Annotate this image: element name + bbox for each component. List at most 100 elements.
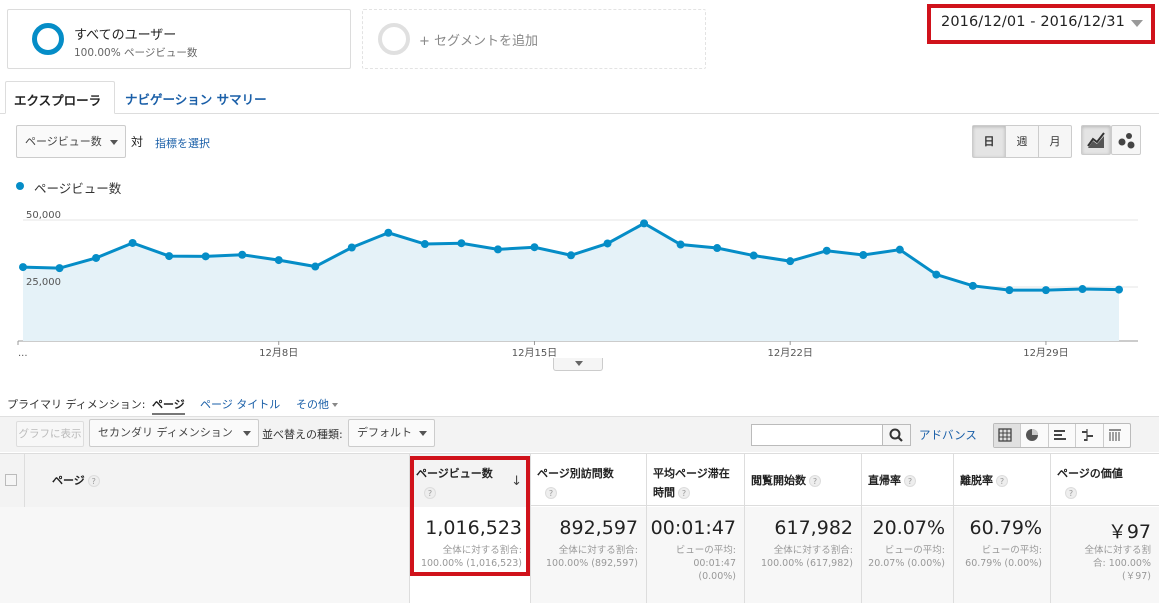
x-tick-label: 12月22日 bbox=[767, 347, 812, 359]
header-avg-time[interactable]: 平均ページ滞在時間? bbox=[646, 454, 744, 507]
granularity-month-button[interactable]: 月 bbox=[1038, 126, 1071, 157]
select-all-checkbox[interactable] bbox=[5, 474, 17, 486]
header-page[interactable]: ページ? bbox=[24, 454, 409, 507]
help-icon[interactable]: ? bbox=[904, 475, 916, 487]
chevron-down-icon bbox=[1131, 20, 1143, 27]
help-icon[interactable]: ? bbox=[678, 487, 690, 499]
view-table-button[interactable] bbox=[994, 424, 1021, 447]
header-entrances[interactable]: 閲覧開始数? bbox=[744, 454, 861, 507]
data-point bbox=[1115, 285, 1123, 294]
totals-row: 1,016,523 全体に対する割合: 100.00% (1,016,523) 8… bbox=[0, 507, 1159, 603]
granularity-day-button[interactable]: 日 bbox=[973, 126, 1005, 157]
segment-title: すべてのユーザー bbox=[74, 28, 177, 43]
totals-sub2: 100.00% (1,016,523) bbox=[420, 558, 522, 569]
segment-subtitle: 100.00% ページビュー数 bbox=[74, 47, 198, 59]
data-point bbox=[968, 281, 977, 290]
view-pie-button[interactable] bbox=[1020, 424, 1047, 447]
data-point bbox=[749, 251, 758, 260]
series-area bbox=[23, 223, 1119, 341]
add-segment-button[interactable]: + セグメントを追加 bbox=[362, 9, 706, 69]
totals-subtext: ビューの平均: 00:01:47 (0.00%) bbox=[676, 544, 736, 583]
header-unique-pageviews[interactable]: ページ別訪問数? bbox=[530, 454, 646, 507]
data-point bbox=[347, 243, 356, 252]
header-page-value[interactable]: ページの価値? bbox=[1050, 454, 1159, 507]
totals-sub2: 20.07% (0.00%) bbox=[868, 558, 945, 569]
totals-subtext: 全体に対する割 合: 100.00% (￥97) bbox=[1084, 544, 1151, 583]
totals-value: 1,016,523 bbox=[425, 517, 522, 539]
chart-resize-handle[interactable] bbox=[553, 358, 603, 371]
granularity-week-button[interactable]: 週 bbox=[1005, 126, 1038, 157]
help-icon[interactable]: ? bbox=[809, 475, 821, 487]
data-point bbox=[932, 270, 941, 279]
totals-sub2: 合: 100.00% bbox=[1093, 558, 1151, 569]
header-page-value-label: ページの価値 bbox=[1057, 467, 1123, 480]
header-exit-rate-label: 離脱率 bbox=[960, 474, 993, 487]
caret-down-icon bbox=[575, 361, 583, 366]
table-search-input[interactable] bbox=[751, 424, 883, 446]
primary-dimension-other-label: その他 bbox=[296, 398, 329, 411]
totals-value: 617,982 bbox=[774, 517, 853, 539]
tab-explorer[interactable]: エクスプローラ bbox=[5, 81, 115, 114]
help-icon[interactable]: ? bbox=[545, 487, 557, 499]
totals-label-cell bbox=[0, 507, 409, 603]
totals-value: 20.07% bbox=[872, 517, 945, 539]
line-chart-button[interactable] bbox=[1081, 125, 1111, 155]
tab-navigation-summary[interactable]: ナビゲーション サマリー bbox=[117, 81, 275, 114]
secondary-dimension-label: セカンダリ ディメンション bbox=[98, 426, 233, 439]
segment-all-users[interactable]: すべてのユーザー 100.00% ページビュー数 bbox=[7, 9, 351, 69]
table-view-toggle bbox=[993, 423, 1131, 448]
totals-sub2: 60.79% (0.00%) bbox=[965, 558, 1042, 569]
bubble-chart-icon bbox=[1118, 133, 1135, 149]
primary-dimension-page[interactable]: ページ bbox=[152, 396, 185, 415]
header-bounce-rate[interactable]: 直帰率? bbox=[861, 454, 953, 507]
help-icon[interactable]: ? bbox=[424, 487, 436, 499]
header-exit-rate[interactable]: 離脱率? bbox=[953, 454, 1050, 507]
sort-type-value: デフォルト bbox=[357, 426, 412, 439]
data-point bbox=[603, 239, 612, 248]
advanced-filter-link[interactable]: アドバンス bbox=[919, 427, 977, 443]
pie-chart-icon bbox=[1026, 429, 1039, 441]
table-header: ページ? ページビュー数? ↓ ページ別訪問数? 平均ページ滞在時間? 閲覧開始… bbox=[0, 453, 1159, 507]
data-point bbox=[19, 263, 27, 272]
data-point bbox=[128, 238, 137, 247]
view-performance-button[interactable] bbox=[1047, 424, 1075, 447]
totals-sub1: 全体に対する割合: bbox=[773, 545, 853, 556]
help-icon[interactable]: ? bbox=[1065, 487, 1077, 499]
x-tick-label: 12月15日 bbox=[512, 347, 557, 359]
header-pageviews-label: ページビュー数 bbox=[416, 467, 493, 480]
help-icon[interactable]: ? bbox=[996, 475, 1008, 487]
sort-type-dropdown[interactable]: デフォルト bbox=[348, 419, 435, 447]
table-grid-icon bbox=[998, 428, 1012, 442]
sort-type-label: 並べ替えの種類: bbox=[262, 428, 343, 441]
data-point bbox=[92, 253, 101, 262]
y-tick-label: 25,000 bbox=[26, 277, 61, 288]
data-point bbox=[165, 252, 174, 261]
view-comparison-button[interactable] bbox=[1075, 424, 1102, 447]
primary-dimension-other[interactable]: その他 bbox=[296, 396, 338, 412]
motion-chart-button[interactable] bbox=[1111, 125, 1141, 155]
view-pivot-button[interactable] bbox=[1102, 424, 1130, 447]
metric-dropdown[interactable]: ページビュー数 bbox=[16, 125, 126, 158]
choose-metric-link[interactable]: 指標を選択 bbox=[155, 135, 210, 151]
totals-bounce-rate: 20.07% ビューの平均: 20.07% (0.00%) bbox=[861, 507, 953, 603]
header-avg-time-label: 平均ページ滞在時間 bbox=[653, 467, 730, 499]
data-point bbox=[274, 256, 283, 265]
data-point bbox=[822, 246, 831, 255]
header-pageviews[interactable]: ページビュー数? ↓ bbox=[409, 454, 530, 507]
granularity-toggle: 日 週 月 bbox=[972, 125, 1072, 158]
data-point bbox=[895, 245, 904, 254]
primary-dimension-page-title[interactable]: ページ タイトル bbox=[200, 396, 280, 412]
data-point bbox=[786, 257, 795, 266]
data-point bbox=[311, 262, 320, 271]
totals-value: 892,597 bbox=[559, 517, 638, 539]
search-button[interactable] bbox=[883, 424, 911, 446]
data-point bbox=[238, 250, 247, 259]
help-icon[interactable]: ? bbox=[87, 475, 100, 487]
x-tick-label: ... bbox=[18, 348, 28, 359]
data-point bbox=[1005, 286, 1014, 295]
date-range-picker[interactable]: 2016/12/01 - 2016/12/31 bbox=[927, 4, 1155, 44]
header-bounce-rate-label: 直帰率 bbox=[868, 474, 901, 487]
select-all-cell bbox=[0, 454, 24, 507]
secondary-dimension-dropdown[interactable]: セカンダリ ディメンション bbox=[89, 419, 259, 447]
plot-rows-button[interactable]: グラフに表示 bbox=[16, 421, 84, 447]
